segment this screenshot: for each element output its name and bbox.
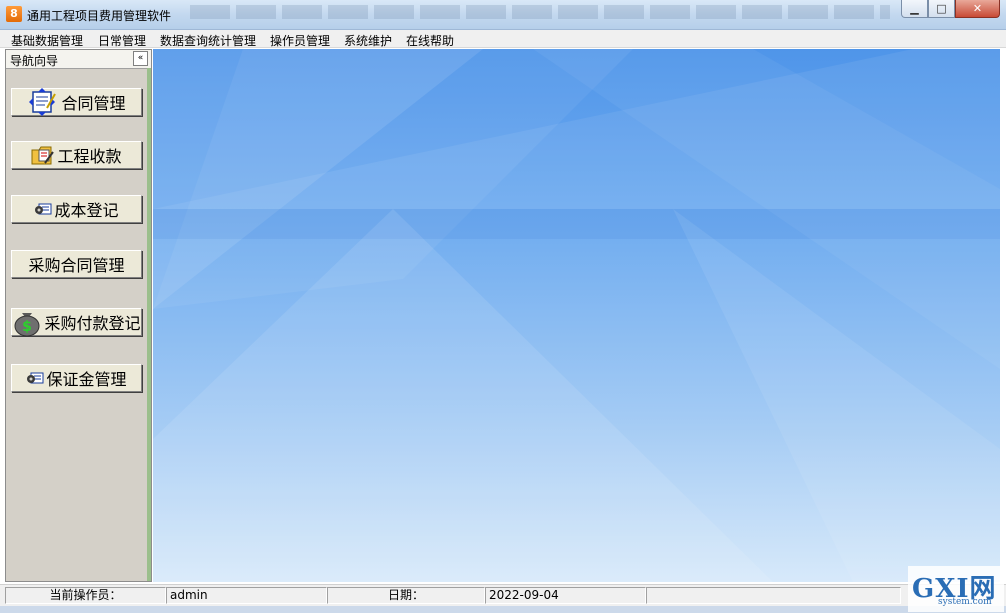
minimize-button[interactable]: ▁ bbox=[901, 0, 928, 18]
menu-system[interactable]: 系统维护 bbox=[344, 32, 392, 49]
nav-purchase-contract-label: 采购合同管理 bbox=[28, 256, 125, 275]
collapse-button[interactable]: « bbox=[133, 51, 148, 66]
nav-header: 导航向导 « bbox=[6, 50, 151, 69]
nav-contract-button[interactable]: 合同管理 bbox=[11, 88, 142, 116]
nav-purchase-contract-button[interactable]: 采购合同管理 bbox=[11, 250, 142, 278]
app-icon: 8 bbox=[6, 6, 22, 22]
menu-operator[interactable]: 操作员管理 bbox=[270, 32, 330, 49]
maximize-button[interactable]: □ bbox=[928, 0, 955, 18]
status-panel-empty bbox=[646, 587, 901, 604]
svg-text:$: $ bbox=[23, 319, 33, 335]
status-bar: 当前操作员： admin 日期： 2022-09-04 bbox=[0, 584, 1006, 606]
window-title: 通用工程项目费用管理软件 bbox=[27, 9, 172, 23]
operator-label: 当前操作员： bbox=[5, 587, 166, 604]
contract-icon bbox=[27, 88, 59, 116]
menu-basic-data[interactable]: 基础数据管理 bbox=[11, 32, 83, 49]
nav-splitter[interactable] bbox=[147, 68, 151, 581]
folder-edit-icon bbox=[31, 144, 55, 166]
nav-panel: 导航向导 « 合同管理 工程收款 成本登记 采购合同管理 $ 采购付款登记 保证… bbox=[5, 49, 152, 582]
nav-project-receipt-button[interactable]: 工程收款 bbox=[11, 141, 142, 169]
main-workspace bbox=[153, 49, 1000, 582]
date-label: 日期： bbox=[327, 587, 485, 604]
close-button[interactable]: ✕ bbox=[955, 0, 1000, 18]
operator-value: admin bbox=[166, 587, 327, 604]
nav-purchase-payment-button[interactable]: $ 采购付款登记 bbox=[11, 307, 142, 337]
nav-contract-label: 合同管理 bbox=[61, 94, 126, 113]
menu-help[interactable]: 在线帮助 bbox=[406, 32, 454, 49]
watermark: GXI网 system.com bbox=[908, 566, 1004, 612]
menu-query-stats[interactable]: 数据查询统计管理 bbox=[160, 32, 256, 49]
title-bar-ghost-text bbox=[190, 5, 890, 19]
watermark-domain: system.com bbox=[938, 597, 992, 607]
date-value: 2022-09-04 bbox=[485, 587, 646, 604]
menu-bar: 基础数据管理 日常管理 数据查询统计管理 操作员管理 系统维护 在线帮助 bbox=[0, 30, 1006, 48]
gear-card-icon bbox=[34, 201, 52, 217]
nav-purchase-payment-label: 采购付款登记 bbox=[44, 314, 141, 333]
title-bar: 8 通用工程项目费用管理软件 ▁ □ ✕ bbox=[0, 0, 1006, 30]
nav-cost-register-button[interactable]: 成本登记 bbox=[11, 195, 142, 223]
nav-cost-register-label: 成本登记 bbox=[54, 201, 119, 220]
nav-title: 导航向导 bbox=[10, 54, 59, 68]
nav-deposit-button[interactable]: 保证金管理 bbox=[11, 364, 142, 392]
window-controls: ▁ □ ✕ bbox=[901, 0, 1000, 20]
nav-deposit-label: 保证金管理 bbox=[46, 370, 127, 389]
background-pattern bbox=[153, 49, 1000, 582]
nav-project-receipt-label: 工程收款 bbox=[57, 147, 122, 166]
window-bottom-border bbox=[0, 606, 1006, 613]
menu-daily[interactable]: 日常管理 bbox=[98, 32, 146, 49]
money-bag-icon: $ bbox=[12, 307, 42, 337]
gear-card-icon bbox=[26, 370, 44, 386]
